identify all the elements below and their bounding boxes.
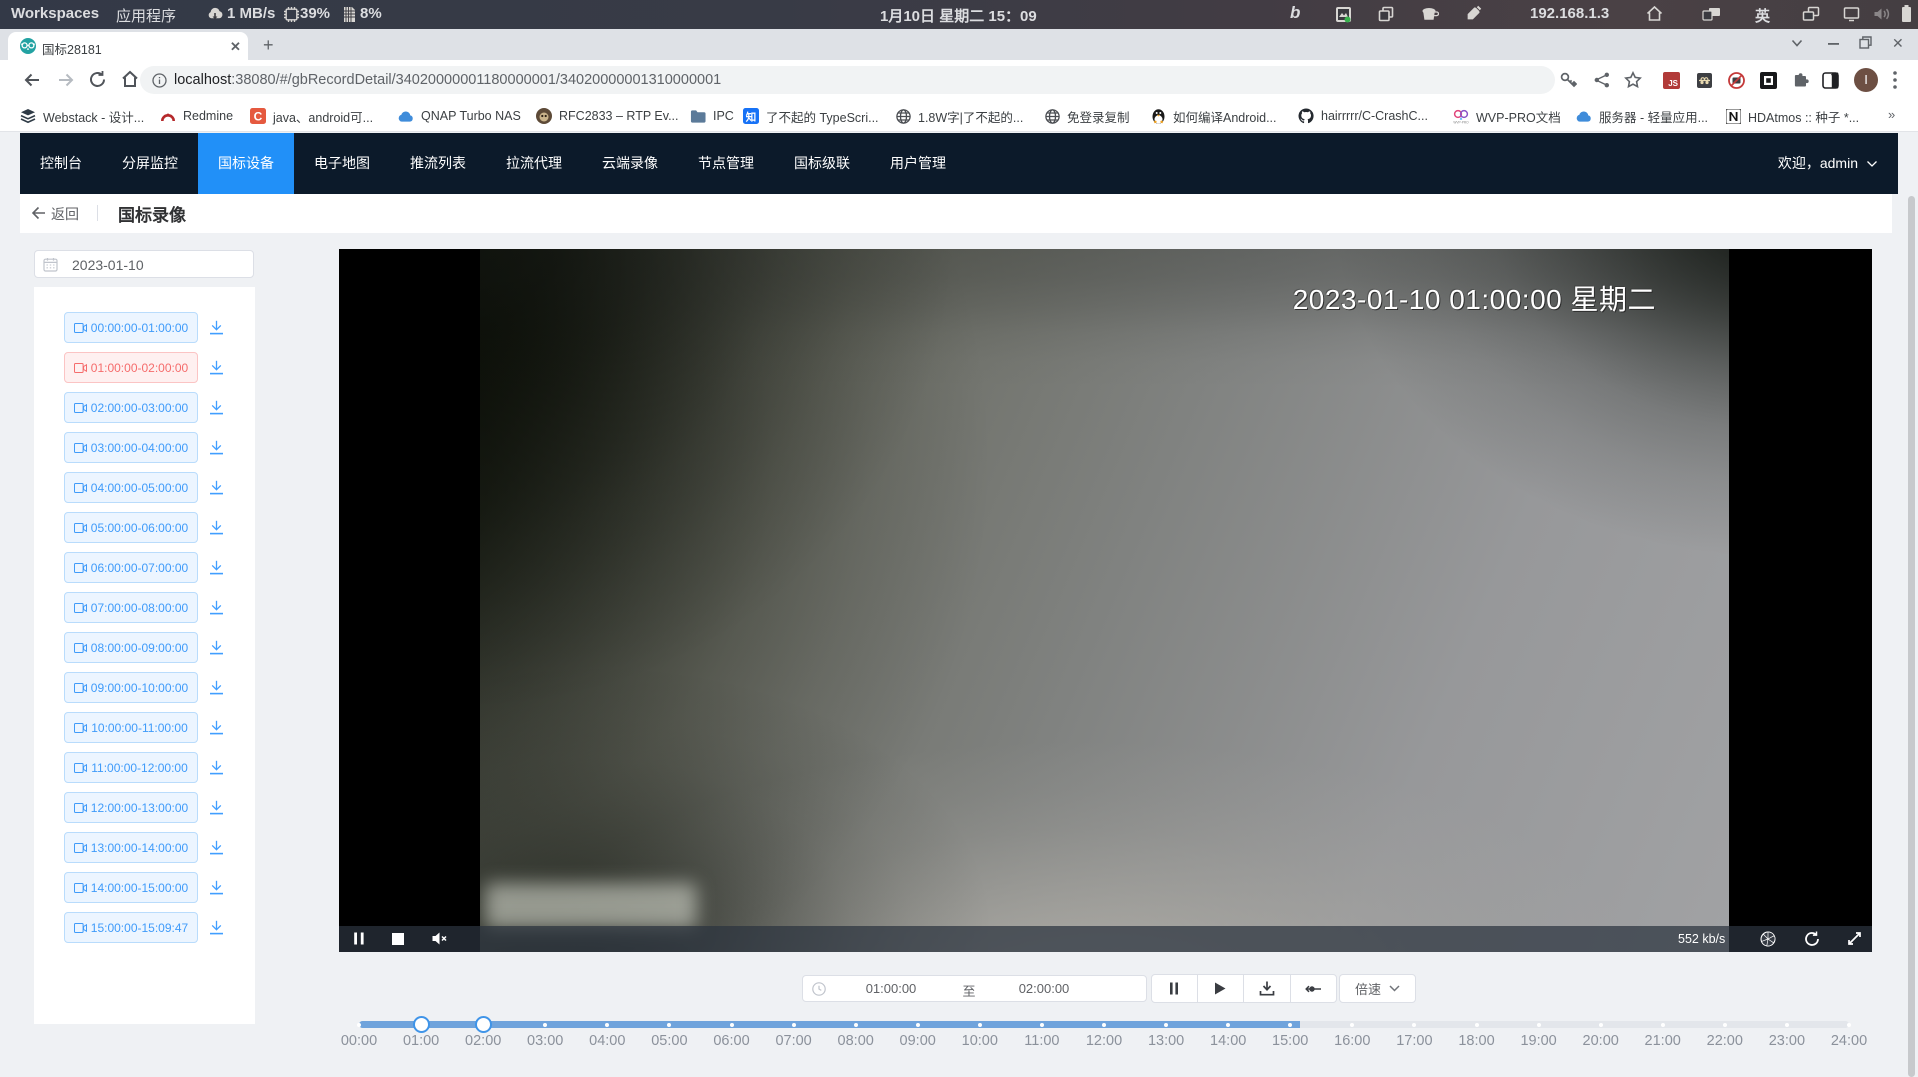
svg-text:WVP-PRO: WVP-PRO (1453, 121, 1469, 125)
svg-text:C: C (254, 110, 263, 124)
svg-text:JS: JS (1668, 79, 1678, 88)
svg-text:知: 知 (746, 111, 757, 124)
